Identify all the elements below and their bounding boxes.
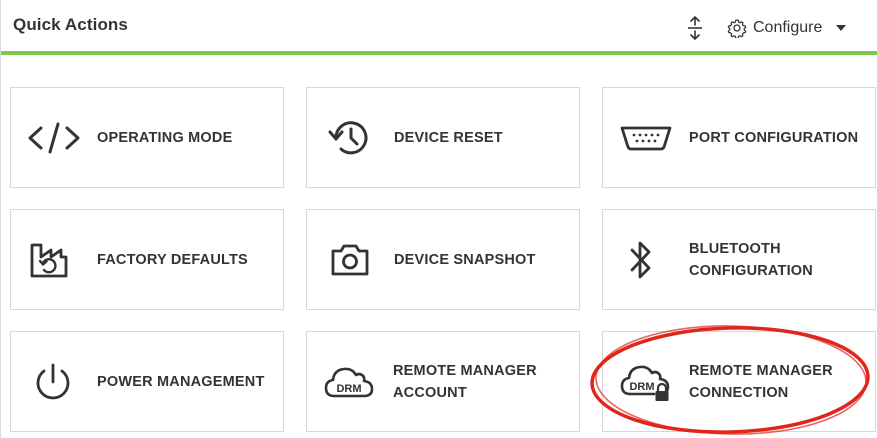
tile-label-line2: ACCOUNT: [393, 385, 467, 401]
tile-operating-mode[interactable]: OPERATING MODE: [10, 87, 284, 188]
tile-label: REMOTE MANAGER ACCOUNT: [393, 360, 537, 404]
tile-label: PORT CONFIGURATION: [689, 130, 859, 146]
tile-bluetooth-configuration[interactable]: BLUETOOTH CONFIGURATION: [602, 209, 876, 310]
code-icon: [27, 120, 81, 156]
quick-actions-panel: Quick Actions Configure OPERATING MODE D…: [0, 0, 877, 438]
tile-label-line2: CONFIGURATION: [689, 263, 813, 279]
tile-label: DEVICE SNAPSHOT: [394, 252, 536, 268]
factory-reset-icon: [29, 241, 69, 279]
bluetooth-icon: [629, 239, 653, 281]
gear-icon: [727, 19, 747, 38]
camera-icon: [330, 242, 370, 278]
power-icon: [33, 361, 73, 403]
tile-device-snapshot[interactable]: DEVICE SNAPSHOT: [306, 209, 580, 310]
tile-label-line1: REMOTE MANAGER: [689, 363, 833, 379]
tile-label-line2: CONNECTION: [689, 385, 789, 401]
tile-label: OPERATING MODE: [97, 130, 233, 146]
tile-port-configuration[interactable]: PORT CONFIGURATION: [602, 87, 876, 188]
drm-icon-text: DRM: [336, 383, 361, 395]
tile-label: POWER MANAGEMENT: [97, 374, 265, 390]
drm-icon-text: DRM: [629, 381, 654, 393]
tile-remote-manager-account[interactable]: DRM REMOTE MANAGER ACCOUNT: [306, 331, 580, 432]
tile-power-management[interactable]: POWER MANAGEMENT: [10, 331, 284, 432]
tile-label: BLUETOOTH CONFIGURATION: [689, 238, 813, 282]
history-icon: [327, 118, 371, 158]
tile-label-line1: BLUETOOTH: [689, 241, 781, 257]
tile-label: REMOTE MANAGER CONNECTION: [689, 360, 833, 404]
tile-factory-defaults[interactable]: FACTORY DEFAULTS: [10, 209, 284, 310]
configure-dropdown[interactable]: Configure: [727, 15, 847, 41]
configure-label: Configure: [753, 19, 823, 36]
tile-remote-manager-connection[interactable]: DRM REMOTE MANAGER CONNECTION: [602, 331, 876, 432]
drm-cloud-icon: DRM: [324, 364, 374, 400]
tile-label: DEVICE RESET: [394, 130, 503, 146]
tile-label-line1: REMOTE MANAGER: [393, 363, 537, 379]
panel-header: Quick Actions Configure: [1, 0, 877, 55]
chevron-down-icon: [836, 25, 847, 31]
tile-label: FACTORY DEFAULTS: [97, 252, 248, 268]
expand-collapse-icon[interactable]: [685, 16, 705, 40]
drm-cloud-lock-icon: DRM: [620, 362, 672, 402]
panel-title: Quick Actions: [13, 15, 128, 34]
serial-port-icon: [620, 124, 672, 152]
tile-device-reset[interactable]: DEVICE RESET: [306, 87, 580, 188]
